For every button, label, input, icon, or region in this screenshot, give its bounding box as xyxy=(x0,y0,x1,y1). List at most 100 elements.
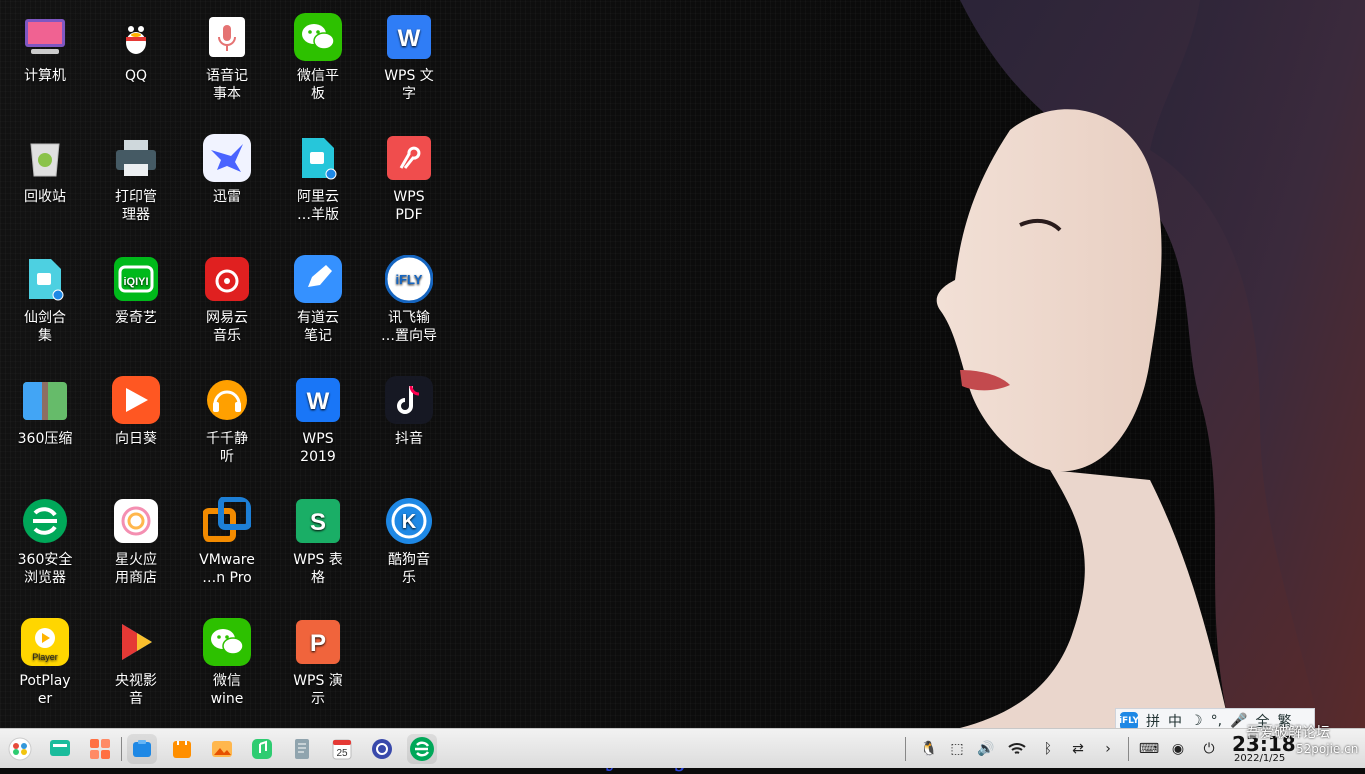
desktop-icon-ttplayer[interactable]: 千千静 听 xyxy=(184,376,270,466)
expand-tray-chevron-icon[interactable]: › xyxy=(1097,738,1119,760)
wps-sheet-icon: S xyxy=(294,497,342,545)
desktop-icon-wps-writer[interactable]: W WPS 文 字 xyxy=(366,13,452,103)
svg-text:P: P xyxy=(310,630,326,657)
xunlei-icon xyxy=(203,134,251,182)
desktop-icon-douyin[interactable]: 抖音 xyxy=(366,376,452,448)
desktop-icon-label: 微信平 板 xyxy=(297,68,339,102)
bluetooth-icon[interactable]: ᛒ xyxy=(1037,738,1059,760)
zip-icon xyxy=(21,376,69,424)
svg-text:K: K xyxy=(402,511,417,533)
music-player-icon[interactable] xyxy=(247,734,277,764)
clock-date[interactable]: 2022/1/25 xyxy=(1234,753,1285,764)
calendar-icon[interactable]: 25 xyxy=(327,734,357,764)
wps-pdf-icon xyxy=(385,134,433,182)
wechat-icon xyxy=(203,618,251,666)
computer-icon xyxy=(21,13,69,61)
aliyun-icon xyxy=(294,134,342,182)
desktop-icon-spark[interactable]: 星火应 用商店 xyxy=(93,497,179,587)
browser-icon xyxy=(21,497,69,545)
desktop-icon-netease[interactable]: 网易云 音乐 xyxy=(184,255,270,345)
multitask-view-icon[interactable] xyxy=(45,734,75,764)
svg-text:25: 25 xyxy=(336,748,348,759)
desktop-icon-youdao[interactable]: 有道云 笔记 xyxy=(275,255,361,345)
launcher-icon[interactable] xyxy=(5,734,35,764)
file-manager-icon[interactable] xyxy=(127,734,157,764)
desktop-icon-label: 千千静 听 xyxy=(206,431,248,465)
taskbar: 25 🐧 ⬚ 🔊 ᛒ ⇄ › ⌨ ◉ ⏻ xyxy=(0,728,1365,768)
store-icon xyxy=(112,497,160,545)
svg-text:W: W xyxy=(307,388,330,415)
netease-music-icon xyxy=(203,255,251,303)
forum-watermark-url: 52pojie.cn xyxy=(1296,742,1359,756)
desktop-icon-computer[interactable]: 计算机 xyxy=(2,13,88,85)
desktop-icon-wechat-pad[interactable]: 微信平 板 xyxy=(275,13,361,103)
wifi-icon[interactable] xyxy=(1006,738,1028,760)
desktop-icon-wps2019[interactable]: W WPS 2019 xyxy=(275,376,361,466)
wps-writer-icon: W xyxy=(385,13,433,61)
volume-icon[interactable]: 🔊 xyxy=(975,738,997,760)
desktop-icon-recycle[interactable]: 回收站 xyxy=(2,134,88,206)
settings-gear-icon[interactable] xyxy=(367,734,397,764)
app-store-icon[interactable] xyxy=(167,734,197,764)
desktop-icon-label: 回收站 xyxy=(24,189,66,205)
desktop-icon-print[interactable]: 打印管 理器 xyxy=(93,134,179,224)
sunlogin-icon xyxy=(112,376,160,424)
browser-taskbar-icon[interactable] xyxy=(407,734,437,764)
desktop-icon-label: 央视影 音 xyxy=(115,673,157,707)
headphones-icon xyxy=(203,376,251,424)
desktop-icon-wps-ppt[interactable]: P WPS 演 示 xyxy=(275,618,361,708)
desktop-icon-voice[interactable]: 语音记 事本 xyxy=(184,13,270,103)
desktop-icon-zip360[interactable]: 360压缩 xyxy=(2,376,88,448)
aliyun-tray-icon[interactable]: ⬚ xyxy=(946,738,968,760)
desktop-icon-wps-pdf[interactable]: WPS PDF xyxy=(366,134,452,224)
desktop-icon-qq[interactable]: QQ xyxy=(93,13,179,85)
desktop-icon-wechat-wine[interactable]: 微信 wine xyxy=(184,618,270,708)
youdao-note-icon xyxy=(294,255,342,303)
desktop-icon-label: QQ xyxy=(124,68,148,84)
kugou-icon: K xyxy=(385,497,433,545)
punctuation-icon[interactable]: °, xyxy=(1211,713,1222,729)
desktop-icon-potplayer[interactable]: Player PotPlay er xyxy=(2,618,88,708)
potplayer-icon: Player xyxy=(21,618,69,666)
desktop-icon-iqiyi[interactable]: iQIYI 爱奇艺 xyxy=(93,255,179,327)
douyin-icon xyxy=(385,376,433,424)
network-transfer-icon[interactable]: ⇄ xyxy=(1067,738,1089,760)
vmware-icon xyxy=(203,497,251,545)
wechat-icon xyxy=(294,13,342,61)
desktop-icon-ifly[interactable]: iFLY 讯飞输 …置向导 xyxy=(366,255,452,345)
keyboard-icon[interactable]: ⌨ xyxy=(1138,738,1160,760)
desktop-icon-browser360[interactable]: 360安全 浏览器 xyxy=(2,497,88,587)
desktop-icon-sunlogin[interactable]: 向日葵 xyxy=(93,376,179,448)
ifly-icon: iFLY xyxy=(385,255,433,303)
image-viewer-icon[interactable] xyxy=(207,734,237,764)
forum-watermark: 吾爱破解论坛 xyxy=(1246,725,1330,741)
desktop-icon-vmware[interactable]: VMware …n Pro xyxy=(184,497,270,587)
desktop-icon-xianjian[interactable]: 仙剑合 集 xyxy=(2,255,88,345)
desktop-icon-xunlei[interactable]: 迅雷 xyxy=(184,134,270,206)
wps-icon: W xyxy=(294,376,342,424)
desktop-icon-label: 有道云 笔记 xyxy=(297,310,339,344)
desktop-icon-label: 向日葵 xyxy=(115,431,157,447)
desktop-icon-label: WPS 演 示 xyxy=(293,673,343,707)
microphone-icon[interactable]: 🎤 xyxy=(1230,713,1247,729)
desktop-icon-label: 360压缩 xyxy=(17,431,73,447)
document-viewer-icon[interactable] xyxy=(287,734,317,764)
qq-tray-icon[interactable]: 🐧 xyxy=(918,738,940,760)
desktop-icon-label: 讯飞输 …置向导 xyxy=(381,310,437,344)
desktop-icon-wps-sheet[interactable]: S WPS 表 格 xyxy=(275,497,361,587)
desktop-icon-kugou[interactable]: K 酷狗音 乐 xyxy=(366,497,452,587)
desktop-icon-label: VMware …n Pro xyxy=(199,552,255,586)
taskbar-separator xyxy=(1128,737,1129,761)
svg-text:Player: Player xyxy=(32,652,58,662)
moon-icon[interactable]: ☽ xyxy=(1190,713,1203,729)
wallpaper-portrait xyxy=(936,0,1365,728)
workspace-icon[interactable] xyxy=(85,734,115,764)
power-icon[interactable]: ⏻ xyxy=(1198,738,1220,760)
wps-ppt-icon: P xyxy=(294,618,342,666)
taskbar-separator xyxy=(121,737,122,761)
desktop-icon-label: 仙剑合 集 xyxy=(24,310,66,344)
desktop-icon-aliyun[interactable]: 阿里云 …羊版 xyxy=(275,134,361,224)
ime-tray-icon[interactable]: ◉ xyxy=(1167,738,1189,760)
desktop-icon-cctv[interactable]: 央视影 音 xyxy=(93,618,179,708)
desktop-icon-label: WPS 表 格 xyxy=(293,552,343,586)
